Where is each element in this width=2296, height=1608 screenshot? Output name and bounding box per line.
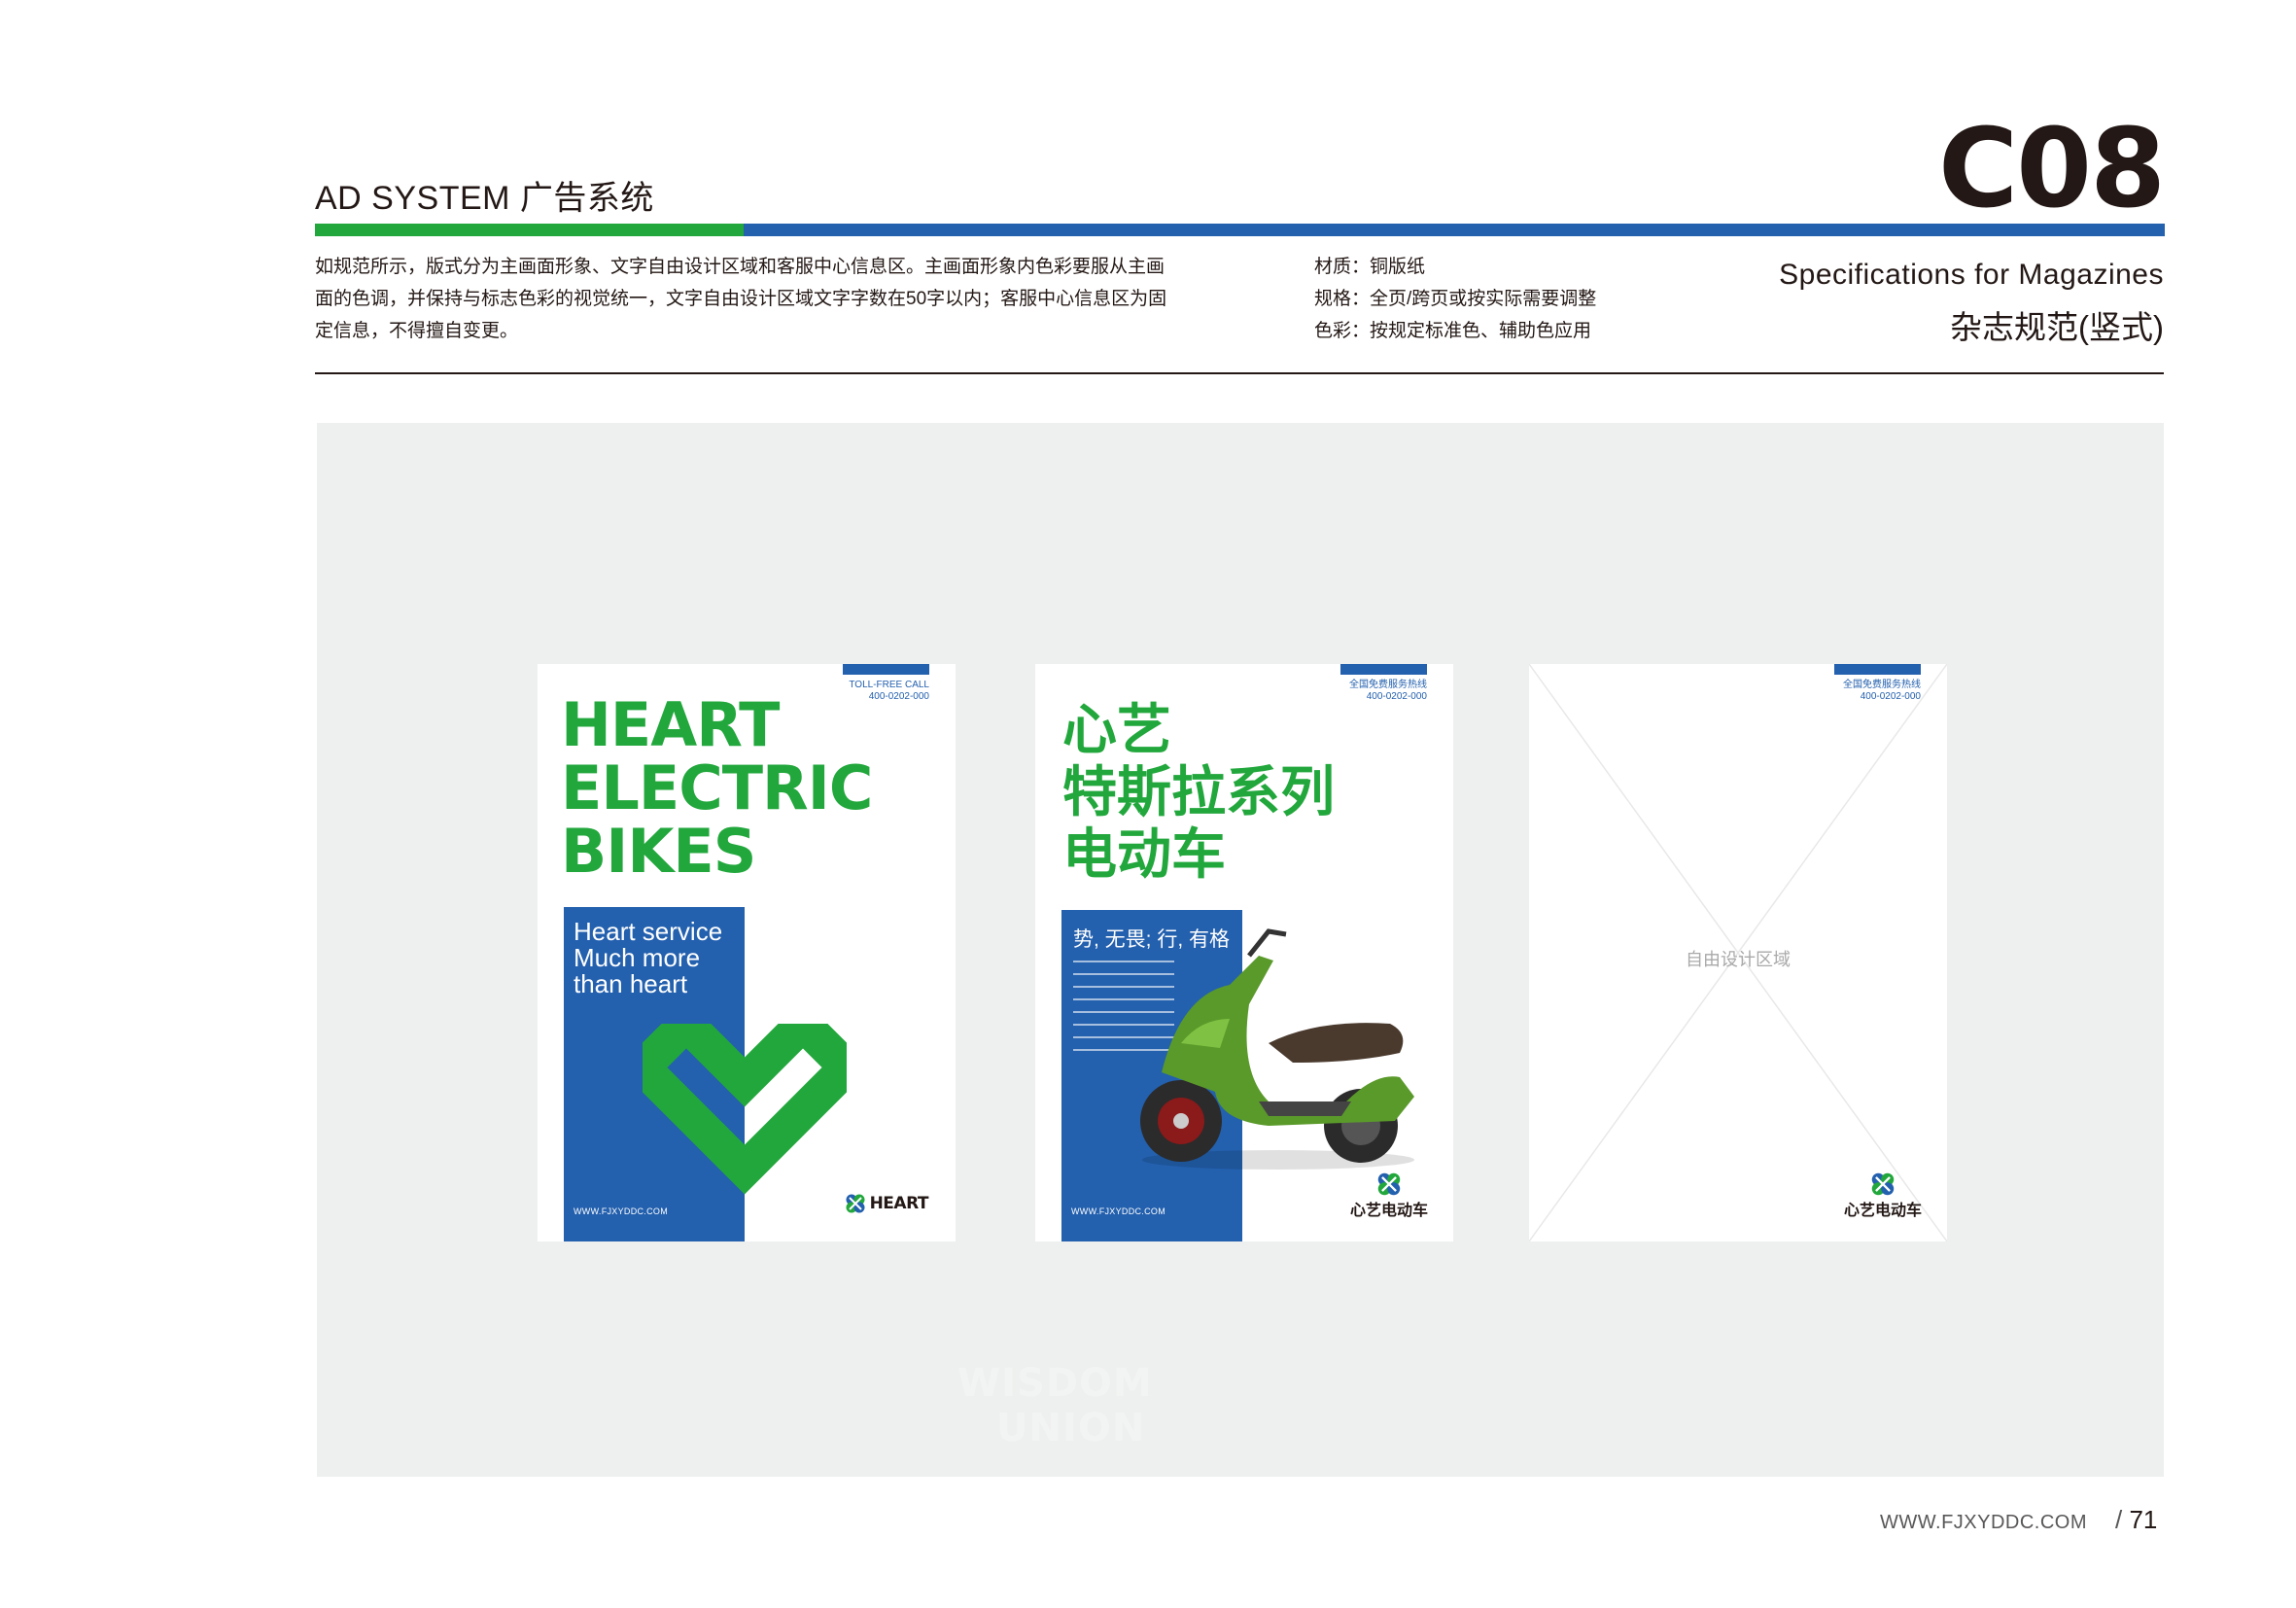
spec-size: 规格：全页/跨页或按实际需要调整 [1314,289,1597,309]
watermark-line: UNION [996,1406,1146,1451]
scooter-image [1140,928,1414,1170]
clover-icon [1377,1172,1401,1196]
free-design-area-label: 自由设计区域 [1686,950,1791,969]
magazine-ad-en: TOLL-FREE CALL 400-0202-000 HEART ELECTR… [538,664,956,1241]
spec-material: 材质：铜版纸 [1314,257,1426,277]
layout-description: 如规范所示，版式分为主画面形象、文字自由设计区域和客服中心信息区。主画面形象内色… [315,257,1167,341]
section-title: AD SYSTEM 广告系统 [315,180,654,217]
header-rule-green [315,224,744,236]
headline-line: BIKES [561,816,756,887]
hotline-block: 全国免费服务热线 400-0202-000 [1843,680,1921,703]
page-number-value: 71 [2129,1505,2158,1534]
website-url: WWW.FJXYDDC.COM [1071,1206,1165,1216]
subtitle-cn: 杂志规范(竖式) [1950,309,2164,345]
brand-logo: 心艺电动车 [1350,1171,1428,1220]
heart-logo-icon [643,1024,847,1195]
magazine-template: 全国免费服务热线 400-0202-000 自由设计区域 心艺电动车 [1529,664,1947,1241]
page-separator: / [2115,1505,2130,1534]
hotline-tab [1340,664,1427,675]
magazine-ad-cn: 全国免费服务热线 400-0202-000 心艺 特斯拉系列 电动车 势, 无畏… [1035,664,1453,1241]
slogan-line: Heart service [574,917,723,946]
hotline-label: 全国免费服务热线 [1349,680,1427,690]
clover-icon [1871,1172,1895,1196]
slogan-line: Much more [574,943,701,972]
brand-logo: HEART [845,1193,929,1214]
watermark: WISDOM UNION [957,1361,1366,1458]
headline-en: HEART ELECTRIC BIKES [561,689,873,887]
hotline-tab [1834,664,1921,675]
watermark-line: WISDOM [957,1361,1153,1406]
hotline-number: 400-0202-000 [1860,691,1921,702]
brand-logo: 心艺电动车 [1844,1171,1922,1220]
hotline-block: 全国免费服务热线 400-0202-000 [1349,680,1427,703]
subtitle-en: Specifications for Magazines [1779,259,2164,291]
hotline-label: TOLL-FREE CALL [849,680,929,690]
page-number: / 71 [2115,1505,2157,1535]
clover-icon [846,1194,865,1213]
headline-cn: 心艺 特斯拉系列 电动车 [1062,699,1335,886]
headline-line: 特斯拉系列 [1062,761,1335,822]
hotline-label: 全国免费服务热线 [1843,680,1921,690]
brand-name: 心艺电动车 [1843,1203,1922,1219]
brand-name: 心艺电动车 [1349,1203,1428,1219]
footer-url: WWW.FJXYDDC.COM [1880,1512,2088,1533]
spec-list: 材质：铜版纸 规格：全页/跨页或按实际需要调整 色彩：按规定标准色、辅助色应用 [1314,251,1596,347]
headline-line: 电动车 [1062,823,1226,885]
headline-line: 心艺 [1062,699,1171,760]
slogan: Heart service Much more than heart [574,919,722,997]
header-divider [315,372,2164,374]
headline-line: ELECTRIC [561,752,873,823]
section-code: C08 [1937,106,2166,232]
hotline-number: 400-0202-000 [1366,691,1427,702]
slogan-line: than heart [574,969,688,998]
header-rule-blue [744,224,2165,236]
brand-name: HEART [869,1194,929,1213]
headline-line: HEART [561,689,780,760]
hotline-tab [843,664,929,675]
spec-color: 色彩：按规定标准色、辅助色应用 [1314,321,1592,341]
